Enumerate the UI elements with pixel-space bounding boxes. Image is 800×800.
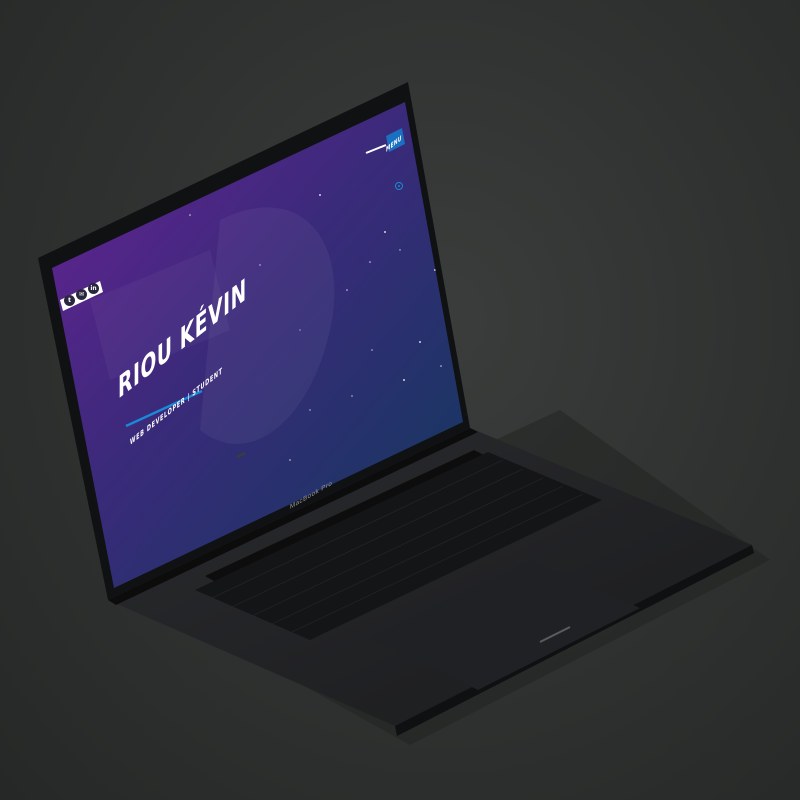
mail-icon[interactable]: ✉ bbox=[76, 289, 87, 300]
twitter-icon[interactable]: t bbox=[64, 295, 75, 306]
scroll-target-dot bbox=[398, 185, 400, 187]
linkedin-icon[interactable]: in bbox=[88, 283, 99, 294]
